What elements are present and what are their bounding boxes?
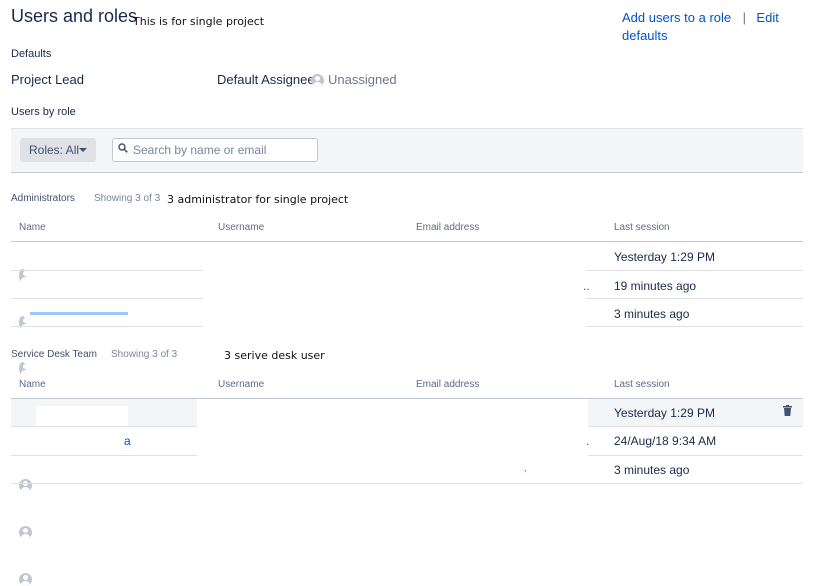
administrators-annotation: 3 administrator for single project [167, 193, 349, 206]
last-session-cell: 3 minutes ago [614, 463, 690, 477]
add-users-to-role-link[interactable]: Add users to a role [622, 10, 731, 25]
row-divider [11, 298, 203, 299]
search-input[interactable] [133, 142, 313, 158]
redacted-area [36, 406, 128, 426]
email-cell: , [524, 463, 527, 473]
avatar-icon [19, 362, 26, 375]
avatar-icon [19, 316, 26, 329]
row-divider [586, 326, 803, 327]
service-desk-team-title: Service Desk Team [11, 349, 97, 360]
header-actions: Add users to a role | Edit defaults [622, 9, 818, 45]
table-row: a . 24/Aug/18 9:34 AM [0, 90, 818, 539]
actions-separator: | [742, 10, 746, 25]
row-divider [11, 455, 197, 456]
administrators-title: Administrators [11, 193, 75, 204]
avatar-icon [19, 479, 32, 492]
last-session-cell: Yesterday 1:29 PM [614, 250, 715, 264]
table-row: , 3 minutes ago [0, 108, 818, 586]
row-divider [588, 426, 803, 427]
last-session-cell: 3 minutes ago [614, 307, 690, 321]
default-assignee-label: Default Assignee [217, 72, 315, 87]
table-header-divider [11, 241, 803, 242]
row-divider [586, 270, 803, 271]
avatar-icon [19, 573, 32, 586]
page-title: Users and roles [11, 6, 138, 26]
row-divider [11, 326, 203, 327]
row-divider [11, 270, 203, 271]
name-link-fragment[interactable] [30, 312, 128, 315]
name-link-fragment[interactable]: a [124, 434, 131, 448]
roles-filter-button[interactable]: Roles: All [20, 138, 96, 162]
users-by-role-heading: Users by role [11, 106, 76, 118]
unassigned-avatar-icon [311, 74, 324, 87]
filter-bar: Roles: All [11, 128, 803, 173]
roles-filter-label: Roles: All [29, 143, 80, 157]
column-header-email[interactable]: Email address [416, 379, 479, 390]
last-session-cell: Yesterday 1:29 PM [614, 406, 715, 420]
row-divider [586, 298, 803, 299]
defaults-heading: Defaults [11, 48, 52, 60]
column-header-email[interactable]: Email address [416, 222, 479, 233]
default-assignee-value: Unassigned [328, 72, 397, 87]
column-header-last-session[interactable]: Last session [614, 379, 670, 390]
title-annotation: This is for single project [133, 15, 265, 28]
service-desk-showing-count: Showing 3 of 3 [111, 349, 178, 360]
table-row[interactable]: Yesterday 1:29 PM [0, 72, 818, 492]
search-box[interactable] [112, 138, 318, 162]
trash-icon[interactable] [783, 405, 792, 416]
email-cell: . [586, 434, 590, 448]
last-session-cell: 24/Aug/18 9:34 AM [614, 434, 717, 448]
column-header-username[interactable]: Username [218, 222, 264, 233]
column-header-username[interactable]: Username [218, 379, 264, 390]
row-divider [11, 426, 197, 427]
search-icon [118, 143, 128, 153]
column-header-name[interactable]: Name [19, 222, 46, 233]
email-cell: .. [583, 279, 590, 293]
administrators-showing-count: Showing 3 of 3 [94, 193, 161, 204]
project-lead-label: Project Lead [11, 72, 84, 87]
column-header-last-session[interactable]: Last session [614, 222, 670, 233]
row-divider [588, 455, 803, 456]
service-desk-annotation: 3 serive desk user [224, 349, 325, 362]
row-divider [11, 483, 803, 484]
table-row: 3 minutes ago [0, 54, 818, 375]
chevron-down-icon [79, 148, 87, 152]
column-header-name[interactable]: Name [19, 379, 46, 390]
last-session-cell: 19 minutes ago [614, 279, 697, 293]
